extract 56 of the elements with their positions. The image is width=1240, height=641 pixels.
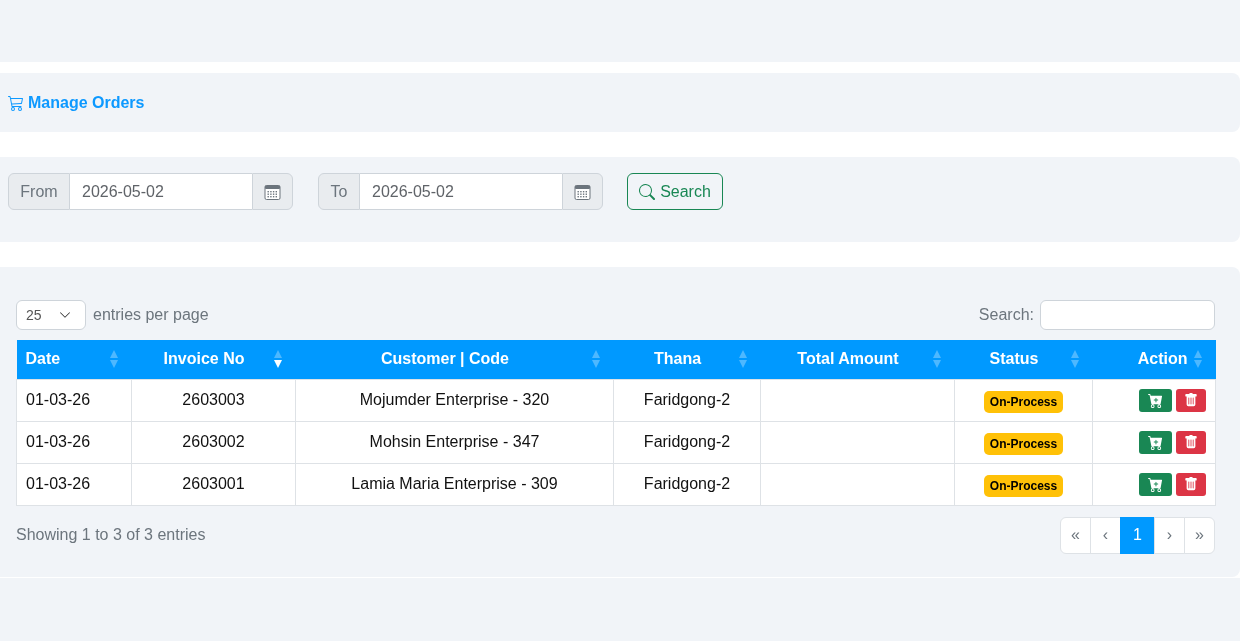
search-label: Search: [978, 305, 1034, 325]
page-link[interactable]: » [1184, 516, 1215, 554]
trash-icon [1184, 435, 1198, 449]
cart-plus-icon [1148, 392, 1163, 408]
column-header[interactable]: Customer | Code [295, 340, 614, 379]
calendar-button[interactable] [562, 173, 603, 210]
table-cell: 01-03-26 [16, 463, 132, 505]
date-input[interactable]: 2026-05-02 [360, 173, 562, 210]
page-title: Manage Orders [28, 92, 145, 113]
cart-button[interactable] [1139, 388, 1172, 412]
search-icon [639, 183, 656, 200]
cart-icon [8, 94, 24, 111]
status-badge: On-Process [983, 432, 1064, 455]
table-cell: 01-03-26 [16, 379, 132, 421]
page-link[interactable]: « [1060, 516, 1091, 554]
table-cell: Mojumder Enterprise - 320 [295, 379, 614, 421]
page-size-select[interactable]: 25 [16, 300, 86, 330]
table-cell: Mohsin Enterprise - 347 [295, 421, 614, 463]
date-label: From [8, 173, 70, 210]
page-size-label: entries per page [93, 305, 209, 325]
cart-button[interactable] [1139, 430, 1172, 454]
page-link[interactable]: ‹ [1090, 516, 1121, 554]
table-cell: Lamia Maria Enterprise - 309 [295, 463, 614, 505]
trash-icon [1184, 393, 1198, 407]
status-badge: On-Process [983, 474, 1064, 497]
entries-info: Showing 1 to 3 of 3 entries [16, 525, 206, 545]
table-cell: Faridgong-2 [613, 421, 761, 463]
calendar-icon [264, 183, 281, 200]
status-badge: On-Process [983, 390, 1064, 413]
table-cell: Faridgong-2 [613, 379, 761, 421]
column-header[interactable]: Thana [613, 340, 761, 379]
calendar-button[interactable] [252, 173, 293, 210]
calendar-icon [574, 183, 591, 200]
delete-button[interactable] [1176, 388, 1206, 412]
cart-plus-icon [1148, 476, 1163, 492]
table-cell: Faridgong-2 [613, 463, 761, 505]
trash-icon [1184, 477, 1198, 491]
date-input[interactable]: 2026-05-02 [70, 173, 252, 210]
search-button[interactable]: Search [627, 173, 723, 210]
column-header[interactable]: Date [16, 340, 132, 379]
table-cell: 2603001 [131, 463, 296, 505]
column-header[interactable]: Invoice No [131, 340, 296, 379]
table-cell: 2603003 [131, 379, 296, 421]
cart-button[interactable] [1139, 472, 1172, 496]
table-cell: 2603002 [131, 421, 296, 463]
cart-plus-icon [1148, 434, 1163, 450]
delete-button[interactable] [1176, 472, 1206, 496]
column-header[interactable]: Status [954, 340, 1093, 379]
page-link[interactable]: 1 [1120, 516, 1155, 554]
search-input[interactable] [1040, 300, 1215, 330]
column-header[interactable]: Action [1092, 340, 1216, 379]
delete-button[interactable] [1176, 430, 1206, 454]
date-label: To [318, 173, 360, 210]
page-link[interactable]: › [1154, 516, 1185, 554]
table-cell: 01-03-26 [16, 421, 132, 463]
column-header[interactable]: Total Amount [760, 340, 955, 379]
